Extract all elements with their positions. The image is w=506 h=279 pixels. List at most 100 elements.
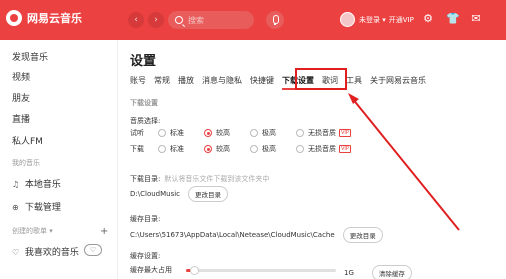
user-area[interactable]: 未登录 ▾ 开通VIP <box>340 12 414 27</box>
tab-privacy[interactable]: 消息与隐私 <box>202 75 242 90</box>
radio-download-high[interactable]: 较高 <box>204 144 250 154</box>
radio-preview-standard[interactable]: 标准 <box>158 128 204 138</box>
slider-handle[interactable] <box>189 266 199 275</box>
radio-label: 标准 <box>170 129 184 137</box>
cache-max-value: 1G <box>344 269 354 277</box>
download-dir-hint: 默认将音乐文件下载到该文件夹中 <box>164 175 270 183</box>
tab-about[interactable]: 关于网易云音乐 <box>370 75 426 90</box>
music-note-icon: ♫ <box>12 180 20 189</box>
sidebar-item-live[interactable]: 直播 <box>12 112 30 125</box>
quality-row-preview: 试听 标准 较高 极高 无损音质 VIP <box>130 128 366 138</box>
search-input[interactable] <box>188 15 250 25</box>
change-cache-dir-button[interactable]: 更改目录 <box>342 227 383 243</box>
vip-badge: VIP <box>339 145 351 153</box>
heart-mode-button[interactable]: ♡ <box>84 244 102 256</box>
cache-settings-title: 缓存设置: <box>130 252 161 260</box>
search-icon <box>175 16 183 24</box>
cache-size-value-row: 1G 清除缓存 <box>344 265 412 279</box>
sidebar-item-video[interactable]: 视频 <box>12 70 30 83</box>
download-dir-title: 下载目录: <box>130 175 161 183</box>
search-box[interactable] <box>168 11 254 29</box>
cache-max-label: 缓存最大占用 <box>130 266 172 274</box>
cache-size-row: 缓存最大占用 <box>130 265 180 275</box>
sidebar-item-discover[interactable]: 发现音乐 <box>12 50 48 63</box>
netease-logo-icon <box>6 10 22 26</box>
sidebar: 发现音乐 视频 朋友 直播 私人FM 我的音乐 ♫ 本地音乐 ⊕ 下载管理 创建… <box>0 40 118 279</box>
app-name: 网易云音乐 <box>27 12 82 25</box>
radio-label: 较高 <box>216 129 230 137</box>
section-created-playlists[interactable]: 创建的歌单 ▾ <box>12 226 53 236</box>
skin-shirt-icon[interactable]: 👕 <box>446 13 460 25</box>
radio-dot <box>250 145 258 153</box>
cache-dir-header: 缓存目录: <box>130 214 160 224</box>
radio-dot <box>158 145 166 153</box>
radio-label: 无损音质 <box>308 145 336 153</box>
radio-dot <box>204 145 212 153</box>
forward-button[interactable]: › <box>148 12 164 28</box>
nav-arrows: ‹ › <box>128 12 164 28</box>
add-playlist-button[interactable]: + <box>100 226 108 237</box>
cache-dir-row: C:\Users\51673\AppData\Local\Netease\Clo… <box>130 227 383 243</box>
section-download-title: 下载设置 <box>130 99 158 107</box>
radio-download-standard[interactable]: 标准 <box>158 144 204 154</box>
cache-dir-title: 缓存目录: <box>130 215 161 223</box>
tab-playback[interactable]: 播放 <box>178 75 194 90</box>
radio-dot <box>158 129 166 137</box>
radio-label: 无损音质 <box>308 129 336 137</box>
title-bar: 网易云音乐 ‹ › 未登录 ▾ 开通VIP ⚙ 👕 ✉ <box>0 0 506 40</box>
settings-panel: 设置 账号 常规 播放 消息与隐私 快捷键 下载设置 歌词 工具 关于网易云音乐… <box>118 40 506 279</box>
radio-download-higher[interactable]: 极高 <box>250 144 296 154</box>
row-label: 试听 <box>130 129 144 137</box>
vip-badge: VIP <box>339 129 351 137</box>
titlebar-icons: ⚙ 👕 ✉ <box>422 13 482 25</box>
radio-dot <box>204 129 212 137</box>
radio-dot <box>296 145 304 153</box>
tab-tools[interactable]: 工具 <box>346 75 362 90</box>
download-icon: ⊕ <box>12 203 19 212</box>
radio-dot <box>296 129 304 137</box>
login-status[interactable]: 未登录 ▾ <box>359 15 386 25</box>
download-dir-row: D:\CloudMusic 更改目录 <box>130 186 229 202</box>
cache-settings-header: 缓存设置: <box>130 251 160 261</box>
tab-general[interactable]: 常规 <box>154 75 170 90</box>
quality-row-download: 下载 标准 较高 极高 无损音质 VIP <box>130 144 366 154</box>
sidebar-item-local-music[interactable]: ♫ 本地音乐 <box>12 177 61 190</box>
tab-shortcuts[interactable]: 快捷键 <box>250 75 274 90</box>
radio-label: 极高 <box>262 129 276 137</box>
radio-dot <box>250 129 258 137</box>
sidebar-item-fm[interactable]: 私人FM <box>12 134 43 147</box>
sidebar-item-label: 本地音乐 <box>24 180 61 190</box>
mail-icon[interactable]: ✉ <box>470 13 482 25</box>
radio-download-lossless[interactable]: 无损音质 VIP <box>296 144 366 154</box>
clear-cache-button[interactable]: 清除缓存 <box>371 265 412 279</box>
annotation-highlight-box <box>295 68 347 90</box>
section-my-music: 我的音乐 <box>12 159 40 167</box>
radio-preview-higher[interactable]: 极高 <box>250 128 296 138</box>
settings-tabs: 账号 常规 播放 消息与隐私 快捷键 下载设置 歌词 工具 关于网易云音乐 <box>130 75 434 90</box>
radio-preview-lossless[interactable]: 无损音质 VIP <box>296 128 366 138</box>
download-dir-path: D:\CloudMusic <box>130 190 181 198</box>
page-title: 设置 <box>130 54 157 69</box>
radio-label: 标准 <box>170 145 184 153</box>
avatar[interactable] <box>340 12 355 27</box>
radio-preview-high[interactable]: 较高 <box>204 128 250 138</box>
change-download-dir-button[interactable]: 更改目录 <box>188 186 229 202</box>
app-logo[interactable]: 网易云音乐 <box>6 10 82 26</box>
vip-link[interactable]: 开通VIP <box>389 15 414 25</box>
radio-label: 较高 <box>216 145 230 153</box>
quality-title: 音质选择: <box>130 117 161 125</box>
sidebar-item-label: 下载管理 <box>24 203 61 213</box>
radio-label: 极高 <box>262 145 276 153</box>
chevron-down-icon: ▾ <box>49 227 53 235</box>
sidebar-item-download-manage[interactable]: ⊕ 下载管理 <box>12 200 61 213</box>
sidebar-item-label: 我喜欢的音乐 <box>24 248 79 258</box>
heart-icon: ♡ <box>12 248 20 257</box>
download-dir-header: 下载目录: 默认将音乐文件下载到该文件夹中 <box>130 174 269 184</box>
microphone-icon[interactable] <box>266 11 284 29</box>
sidebar-item-friends[interactable]: 朋友 <box>12 91 30 104</box>
cache-size-slider[interactable] <box>186 266 336 275</box>
back-button[interactable]: ‹ <box>128 12 144 28</box>
sidebar-item-liked[interactable]: ♡ 我喜欢的音乐 <box>12 245 79 258</box>
tab-account[interactable]: 账号 <box>130 75 146 90</box>
settings-gear-icon[interactable]: ⚙ <box>422 13 434 25</box>
